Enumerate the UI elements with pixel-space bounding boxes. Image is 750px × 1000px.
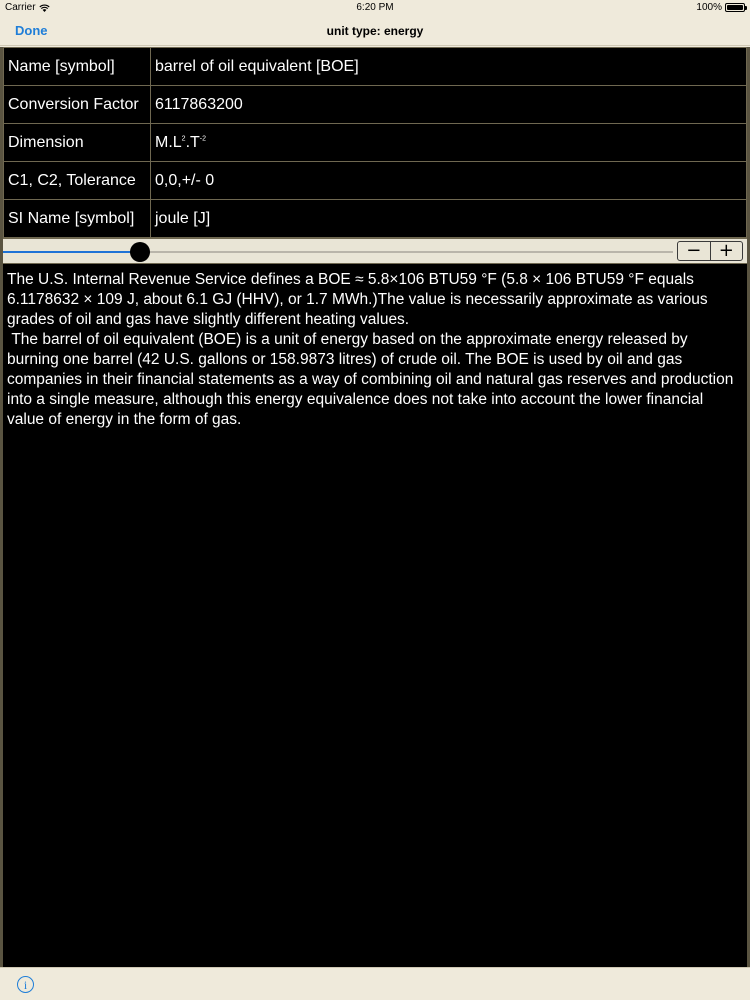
clock: 6:20 PM bbox=[356, 2, 394, 13]
bottom-toolbar: i bbox=[0, 967, 750, 1000]
info-icon[interactable]: i bbox=[17, 976, 34, 993]
table-row-conversion-factor: Conversion Factor 6117863200 bbox=[3, 85, 747, 124]
si-name-label: SI Name [symbol] bbox=[3, 199, 151, 238]
si-name-value: joule [J] bbox=[150, 199, 747, 238]
dimension-base: M.L bbox=[155, 133, 182, 151]
dimension-value: M.L2.T-2 bbox=[150, 123, 747, 162]
slider-track[interactable] bbox=[3, 242, 673, 262]
tolerance-label: C1, C2, Tolerance bbox=[3, 161, 151, 200]
battery-fill bbox=[727, 5, 743, 10]
unit-detail-panel: Name [symbol] barrel of oil equivalent [… bbox=[0, 47, 750, 967]
dimension-label: Dimension bbox=[3, 123, 151, 162]
slider-thumb[interactable] bbox=[130, 242, 151, 262]
table-row-dimension: Dimension M.L2.T-2 bbox=[3, 123, 747, 162]
slider-fill bbox=[3, 251, 141, 253]
dimension-time: .T bbox=[185, 133, 200, 151]
table-row-tolerance: C1, C2, Tolerance 0,0,+/- 0 bbox=[3, 161, 747, 200]
table-row-name: Name [symbol] barrel of oil equivalent [… bbox=[3, 47, 747, 86]
stepper: − + bbox=[677, 241, 743, 261]
decrement-button[interactable]: − bbox=[678, 242, 710, 260]
battery-indicator: 100% bbox=[696, 2, 747, 13]
table-row-si-name: SI Name [symbol] joule [J] bbox=[3, 199, 747, 238]
name-value: barrel of oil equivalent [BOE] bbox=[150, 47, 747, 86]
description-paragraph: The barrel of oil equivalent (BOE) is a … bbox=[7, 331, 738, 428]
unit-description: The U.S. Internal Revenue Service define… bbox=[3, 264, 747, 430]
increment-button[interactable]: + bbox=[711, 242, 743, 260]
name-label: Name [symbol] bbox=[3, 47, 151, 86]
battery-percent: 100% bbox=[696, 2, 722, 13]
page-title: unit type: energy bbox=[326, 24, 424, 38]
navigation-bar: Done unit type: energy bbox=[0, 16, 750, 46]
battery-icon bbox=[725, 3, 747, 12]
unit-info-table: Name [symbol] barrel of oil equivalent [… bbox=[3, 47, 747, 238]
tolerance-value: 0,0,+/- 0 bbox=[150, 161, 747, 200]
conversion-factor-value: 6117863200 bbox=[150, 85, 747, 124]
status-bar: Carrier 6:20 PM 100% bbox=[0, 0, 750, 16]
slider-row: − + bbox=[3, 238, 747, 264]
conversion-factor-label: Conversion Factor bbox=[3, 85, 151, 124]
description-paragraph: The U.S. Internal Revenue Service define… bbox=[7, 271, 708, 328]
dimension-exponent-time: -2 bbox=[199, 135, 207, 143]
